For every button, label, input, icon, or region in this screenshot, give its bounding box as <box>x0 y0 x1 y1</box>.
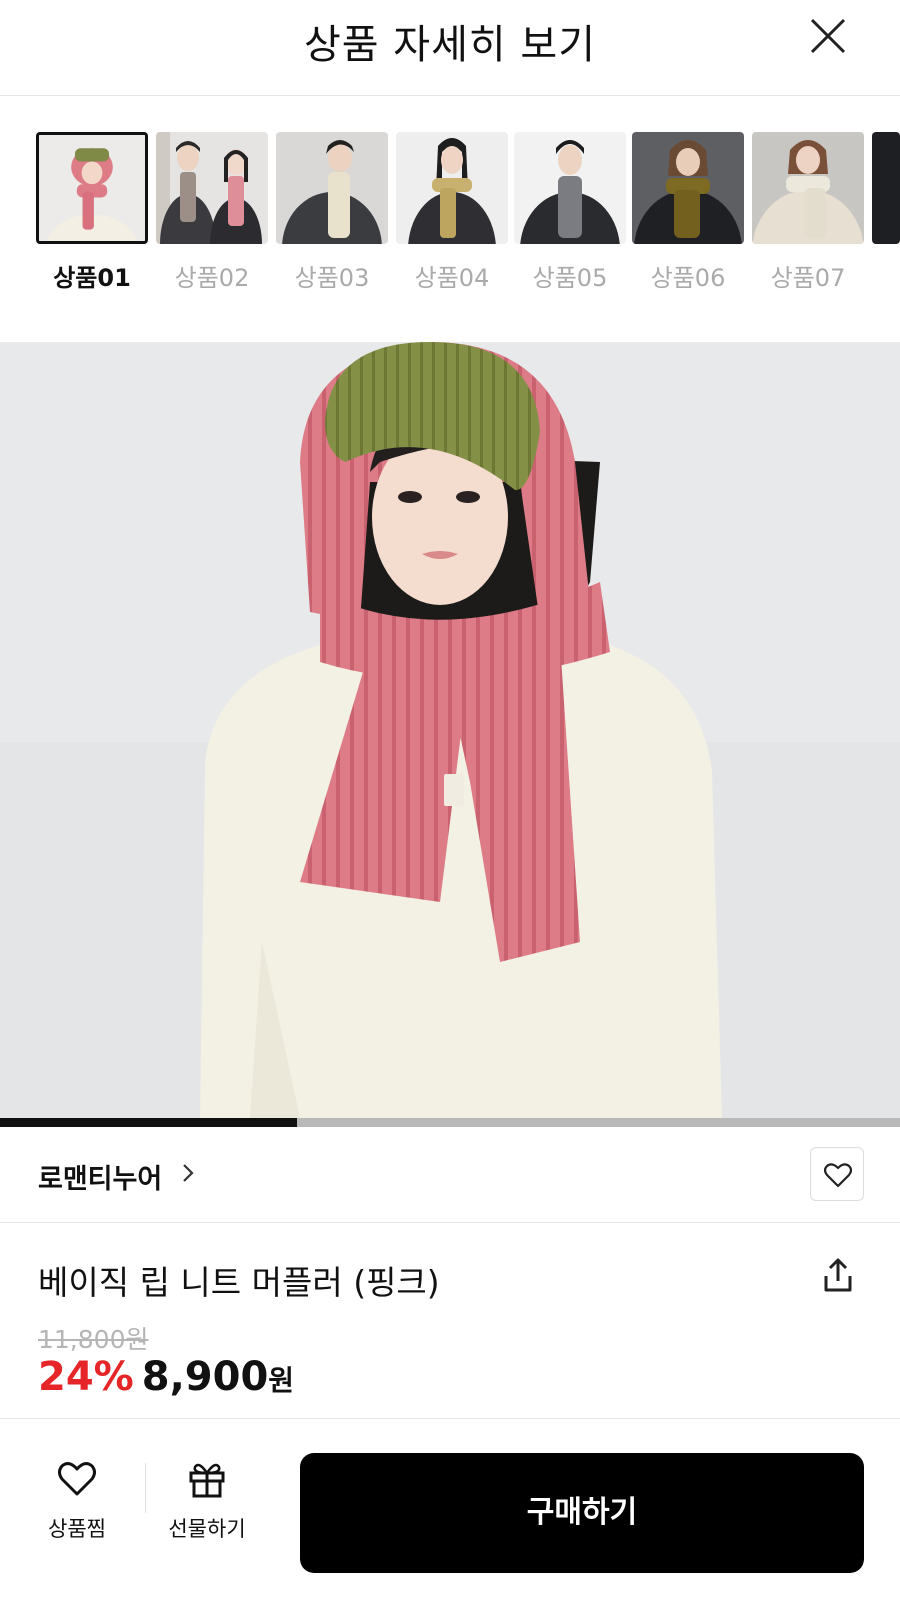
gallery-progress <box>0 1118 900 1127</box>
brand-row: 로맨티누어 <box>0 1127 900 1223</box>
brand-link[interactable]: 로맨티누어 <box>38 1157 162 1196</box>
close-icon[interactable] <box>804 12 852 60</box>
thumbnail-image <box>156 132 268 244</box>
brand-like-button[interactable] <box>810 1147 864 1201</box>
thumbnail-05[interactable]: 상품05 <box>514 132 626 302</box>
thumbnail-04[interactable]: 상품04 <box>396 132 508 302</box>
wish-label: 상품찜 <box>48 1517 106 1541</box>
product-name: 베이직 립 니트 머플러 (핑크) <box>38 1263 440 1302</box>
thumbnail-label: 상품03 <box>294 264 370 292</box>
thumbnail-image <box>276 132 388 244</box>
original-price: 11,800원 <box>38 1325 149 1354</box>
chevron-right-icon[interactable] <box>176 1161 200 1185</box>
thumbnail-image <box>514 132 626 244</box>
header: 상품 자세히 보기 <box>0 0 900 96</box>
page-title: 상품 자세히 보기 <box>303 22 597 68</box>
thumbnail-image <box>396 132 508 244</box>
thumbnail-label: 상품04 <box>414 264 490 292</box>
gift-icon <box>189 1463 225 1498</box>
thumbnail-07[interactable]: 상품07 <box>752 132 864 302</box>
thumbnail-image <box>632 132 744 244</box>
gift-button[interactable]: 선물하기 <box>152 1419 262 1549</box>
divider <box>145 1463 146 1513</box>
discount-rate: 24% <box>38 1354 134 1400</box>
thumbnail-01[interactable]: 상품01 <box>36 132 148 302</box>
thumbnail-label: 상품07 <box>770 264 846 292</box>
sale-price: 8,900 <box>141 1354 269 1400</box>
product-main-image[interactable] <box>0 342 900 1118</box>
thumbnail-image <box>872 132 900 244</box>
thumbnail-image <box>752 132 864 244</box>
price-row: 24% 8,900원 <box>38 1354 294 1404</box>
thumbnail-label: 상품06 <box>650 264 726 292</box>
wish-button[interactable]: 상품찜 <box>22 1419 132 1549</box>
thumbnail-03[interactable]: 상품03 <box>276 132 388 302</box>
thumbnail-image <box>36 132 148 244</box>
heart-icon <box>824 1163 852 1188</box>
share-icon[interactable] <box>818 1256 858 1296</box>
thumbnail-06[interactable]: 상품06 <box>632 132 744 302</box>
thumbnail-label: 상품01 <box>53 264 131 292</box>
thumbnail-label: 상품02 <box>174 264 250 292</box>
buy-button[interactable]: 구매하기 <box>300 1453 864 1573</box>
thumbnail-label: 상품05 <box>532 264 608 292</box>
currency-unit: 원 <box>268 1364 295 1397</box>
heart-icon <box>58 1462 96 1496</box>
thumbnail-strip: 상품01 상품02 상품03 상품04 상품05 상품06 상품07 <box>0 132 900 302</box>
gallery-progress-fill <box>0 1118 297 1127</box>
thumbnail-02[interactable]: 상품02 <box>156 132 268 302</box>
gift-label: 선물하기 <box>168 1517 246 1541</box>
thumbnail-08-partial[interactable] <box>872 132 900 302</box>
bottom-action-bar: 상품찜 선물하기 구매하기 <box>0 1418 900 1602</box>
